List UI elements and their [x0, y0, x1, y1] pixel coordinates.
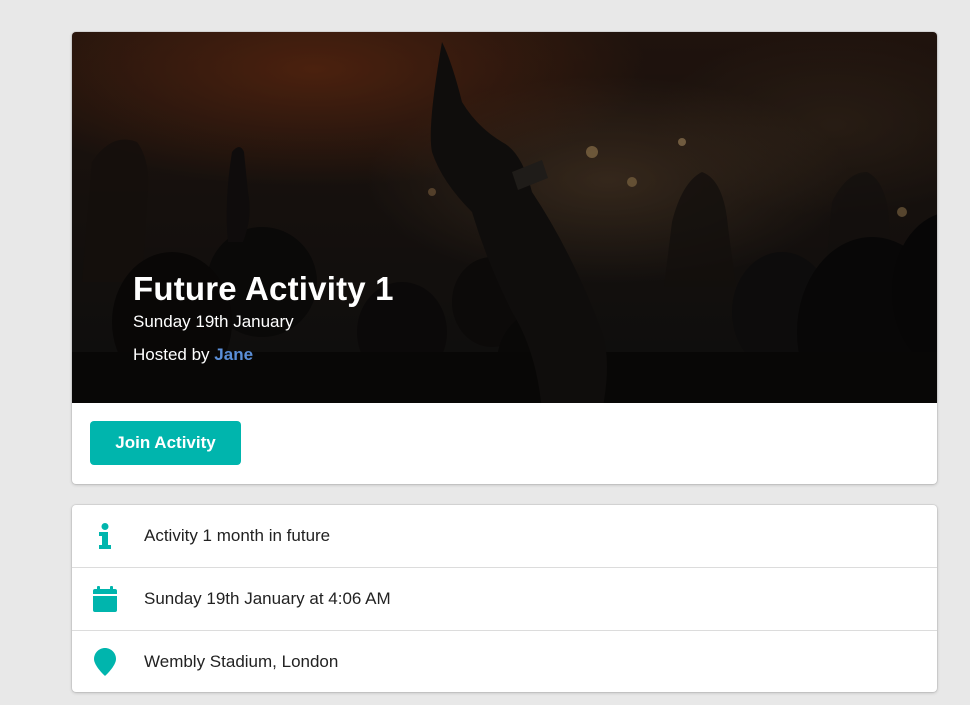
hero-image: Future Activity 1 Sunday 19th January Ho… [72, 32, 937, 403]
activity-title: Future Activity 1 [133, 270, 394, 307]
detail-date-text: Sunday 19th January at 4:06 AM [144, 589, 391, 608]
detail-description-text: Activity 1 month in future [144, 526, 331, 545]
detail-row-date: Sunday 19th January at 4:06 AM [72, 567, 937, 630]
calendar-icon [92, 584, 118, 614]
host-name-link[interactable]: Jane [214, 345, 253, 364]
detail-row-description: Activity 1 month in future [72, 505, 937, 567]
join-activity-button[interactable]: Join Activity [90, 421, 241, 465]
map-marker-icon [92, 647, 118, 677]
hosted-by-label: Hosted by [133, 345, 210, 364]
info-icon [92, 521, 118, 551]
hero-text-block: Future Activity 1 Sunday 19th January Ho… [133, 269, 394, 366]
action-bar: Join Activity [72, 403, 937, 484]
activity-date: Sunday 19th January [133, 312, 294, 331]
activity-details-card: Activity 1 month in future Sunday 19th J… [72, 505, 937, 692]
detail-row-location: Wembly Stadium, London [72, 630, 937, 692]
detail-location-text: Wembly Stadium, London [144, 652, 339, 671]
hosted-by-line: Hosted by Jane [133, 344, 394, 366]
activity-header-card: Future Activity 1 Sunday 19th January Ho… [72, 32, 937, 484]
